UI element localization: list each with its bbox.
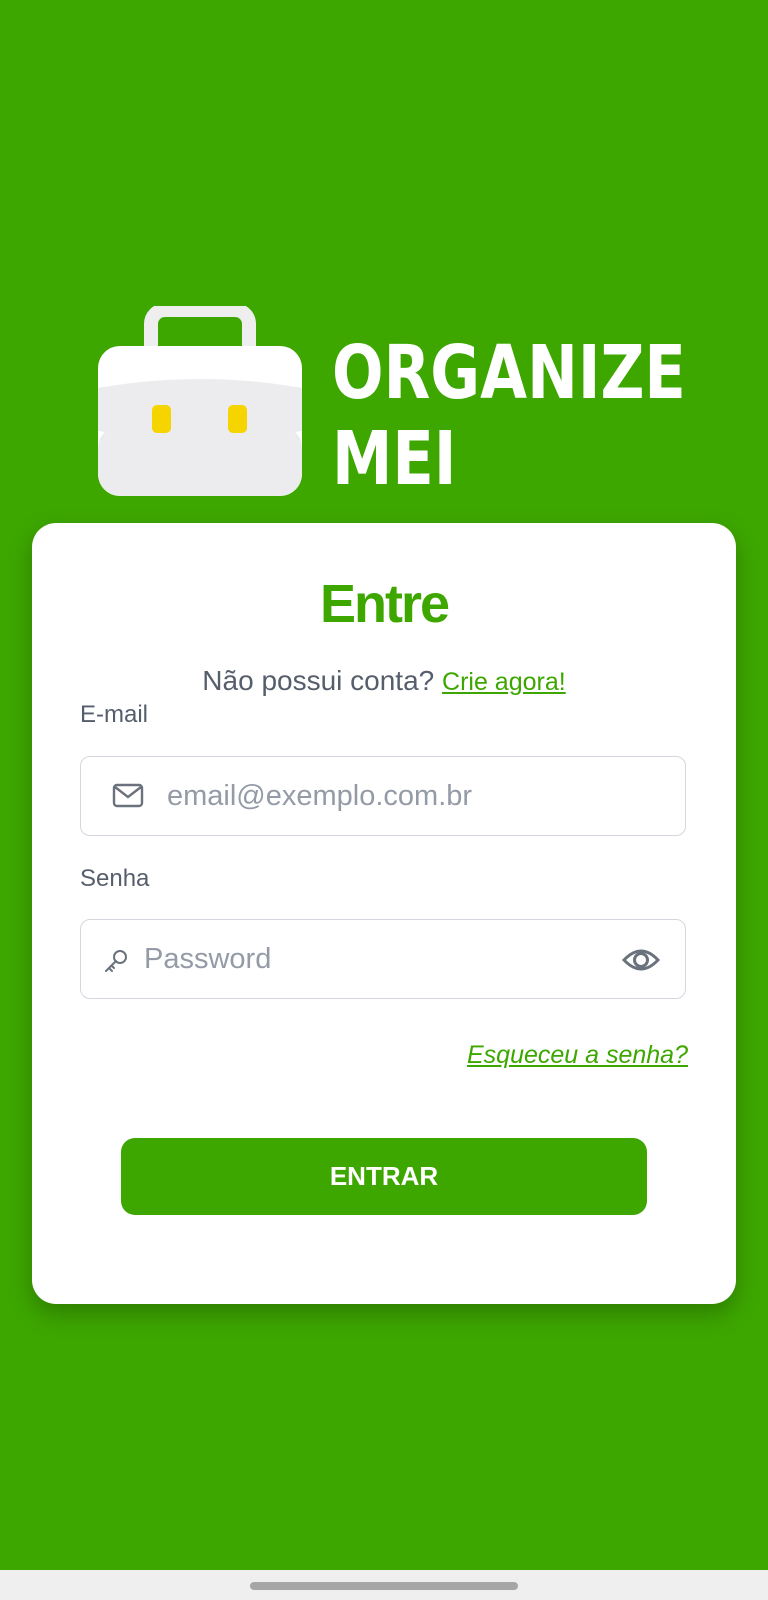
key-icon xyxy=(105,950,127,972)
brand-logo: ORGANIZE MEI xyxy=(90,300,690,510)
mail-icon xyxy=(112,783,144,808)
login-button[interactable]: ENTRAR xyxy=(121,1138,647,1215)
email-field-container[interactable] xyxy=(80,756,686,836)
password-label: Senha xyxy=(80,865,150,892)
signup-prompt: Não possui conta? xyxy=(202,665,435,696)
login-card: Entre Não possui conta? Crie agora! E-ma… xyxy=(32,523,736,1304)
forgot-password-link[interactable]: Esqueceu a senha? xyxy=(467,1041,688,1070)
email-label: E-mail xyxy=(80,701,149,728)
home-indicator[interactable] xyxy=(250,1582,518,1590)
brand-line-2: MEI xyxy=(332,416,457,502)
brand-name: ORGANIZE MEI xyxy=(332,330,686,502)
login-screen: ORGANIZE MEI Entre Não possui conta? Cri… xyxy=(0,0,768,1570)
email-input[interactable] xyxy=(167,757,667,835)
password-input[interactable] xyxy=(144,920,584,998)
signup-link[interactable]: Crie agora! xyxy=(442,668,566,696)
briefcase-icon xyxy=(98,306,302,496)
page-title: Entre xyxy=(319,574,450,634)
eye-icon[interactable] xyxy=(621,944,661,976)
password-field-container[interactable] xyxy=(80,919,686,999)
brand-line-1: ORGANIZE xyxy=(332,330,686,416)
signup-row: Não possui conta? Crie agora! xyxy=(32,665,736,697)
